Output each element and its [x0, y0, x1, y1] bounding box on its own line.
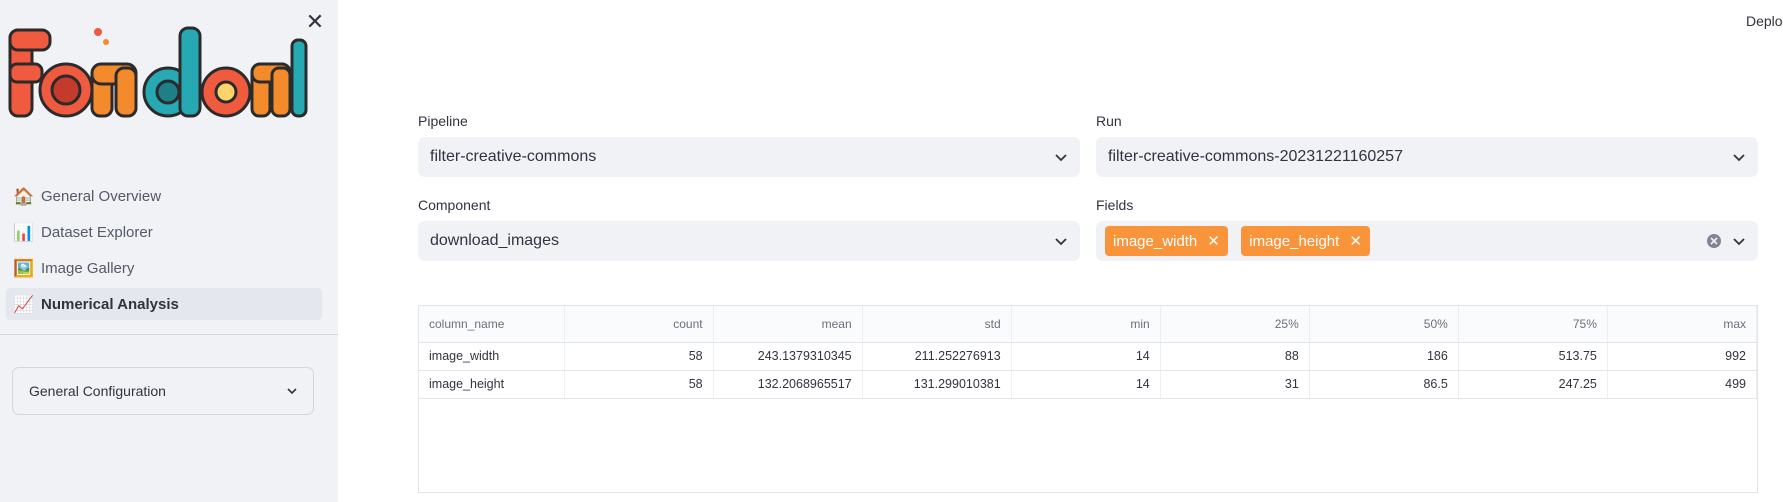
chevron-down-icon	[1733, 154, 1745, 162]
pipeline-select[interactable]: filter-creative-commons	[418, 137, 1080, 177]
run-value: filter-creative-commons-20231221160257	[1108, 148, 1403, 165]
run-label: Run	[1096, 113, 1122, 129]
chevron-down-icon	[1055, 238, 1067, 246]
table-cell[interactable]: 132.2068965517	[713, 370, 863, 399]
table-cell[interactable]: 31	[1160, 370, 1310, 399]
field-tag-label: image_height	[1249, 232, 1340, 250]
table-cell[interactable]: 58	[564, 370, 714, 399]
pipeline-label: Pipeline	[418, 113, 468, 129]
fondant-logo	[8, 26, 308, 118]
line-chart-icon: 📈	[13, 294, 35, 314]
remove-tag-icon[interactable]: ✕	[1349, 232, 1362, 250]
table-cell[interactable]: 243.1379310345	[713, 342, 863, 371]
table-cell[interactable]: 513.75	[1458, 342, 1608, 371]
column-header[interactable]: mean	[713, 306, 863, 343]
column-header[interactable]: max	[1607, 306, 1758, 343]
sidebar-item-label: Image Gallery	[41, 259, 135, 277]
table-cell[interactable]: 131.299010381	[862, 370, 1012, 399]
column-header[interactable]: 75%	[1458, 306, 1608, 343]
table-cell[interactable]: image_height	[419, 370, 565, 399]
remove-tag-icon[interactable]: ✕	[1207, 232, 1220, 250]
framed-picture-icon: 🖼️	[13, 258, 35, 278]
table-row: image_width 58 243.1379310345 211.252276…	[419, 342, 1758, 371]
table-row: image_height 58 132.2068965517 131.29901…	[419, 370, 1758, 399]
table-cell[interactable]: 186	[1309, 342, 1459, 371]
field-tag[interactable]: image_width ✕	[1105, 226, 1228, 256]
chevron-down-icon	[1733, 238, 1745, 246]
pipeline-value: filter-creative-commons	[430, 148, 597, 165]
table-cell[interactable]: 86.5	[1309, 370, 1459, 399]
table-cell[interactable]: image_width	[419, 342, 565, 371]
table-cell[interactable]: 14	[1011, 342, 1161, 371]
sidebar-item-numerical-analysis[interactable]: 📈 Numerical Analysis	[6, 288, 322, 320]
statistics-table[interactable]: column_name count mean std min 25% 50% 7…	[418, 305, 1758, 493]
table-cell[interactable]: 499	[1607, 370, 1758, 399]
table-cell[interactable]: 88	[1160, 342, 1310, 371]
fields-tags: image_width ✕ image_height ✕	[1105, 226, 1706, 256]
sidebar-item-label: Numerical Analysis	[41, 295, 179, 313]
column-header[interactable]: 50%	[1309, 306, 1459, 343]
clear-all-icon[interactable]	[1706, 233, 1722, 249]
component-value: download_images	[430, 232, 559, 249]
general-configuration-label: General Configuration	[29, 383, 166, 399]
table-cell[interactable]: 992	[1607, 342, 1758, 371]
column-header[interactable]: 25%	[1160, 306, 1310, 343]
column-header[interactable]: column_name	[419, 306, 565, 343]
sidebar: ✕ 🏠 General Overview 📊 Dataset Explorer …	[0, 0, 338, 502]
component-select[interactable]: download_images	[418, 221, 1080, 261]
deploy-button[interactable]: Deploy	[1746, 13, 1783, 29]
table-cell[interactable]: 211.252276913	[862, 342, 1012, 371]
field-tag-label: image_width	[1113, 232, 1198, 250]
fields-multiselect[interactable]: image_width ✕ image_height ✕	[1096, 221, 1758, 261]
general-configuration-expander[interactable]: General Configuration	[12, 367, 314, 415]
column-header[interactable]: min	[1011, 306, 1161, 343]
table-cell[interactable]: 58	[564, 342, 714, 371]
run-select[interactable]: filter-creative-commons-20231221160257	[1096, 137, 1758, 177]
sidebar-item-label: Dataset Explorer	[41, 223, 153, 241]
column-header[interactable]: count	[564, 306, 714, 343]
component-label: Component	[418, 197, 491, 213]
chevron-down-icon	[1055, 154, 1067, 162]
sidebar-item-general-overview[interactable]: 🏠 General Overview	[6, 180, 322, 212]
chevron-down-icon	[287, 388, 297, 395]
bar-chart-icon: 📊	[13, 222, 35, 242]
sidebar-item-dataset-explorer[interactable]: 📊 Dataset Explorer	[6, 216, 322, 248]
fields-label: Fields	[1096, 197, 1134, 213]
sidebar-nav: 🏠 General Overview 📊 Dataset Explorer 🖼️…	[6, 180, 322, 324]
sidebar-divider	[0, 334, 338, 335]
table-header-row: column_name count mean std min 25% 50% 7…	[419, 306, 1758, 343]
table-cell[interactable]: 247.25	[1458, 370, 1608, 399]
column-header[interactable]: std	[862, 306, 1012, 343]
table-cell[interactable]: 14	[1011, 370, 1161, 399]
sidebar-item-image-gallery[interactable]: 🖼️ Image Gallery	[6, 252, 322, 284]
sidebar-item-label: General Overview	[41, 187, 162, 205]
house-icon: 🏠	[13, 186, 35, 206]
field-tag[interactable]: image_height ✕	[1241, 226, 1370, 256]
